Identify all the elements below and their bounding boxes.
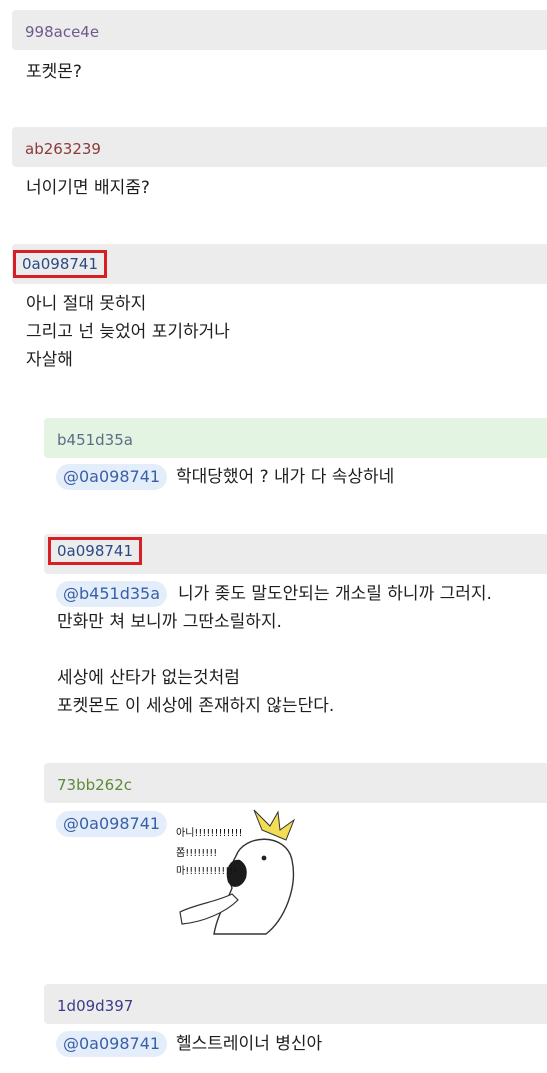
cockatoo-meme-image: 아니!!!!!!!!!!!! 쫌!!!!!!!! 마!!!!!!!!!!!!!	[174, 808, 301, 935]
mention-tag[interactable]: @0a098741	[56, 1031, 168, 1057]
image-caption-line: 쫌!!!!!!!!	[176, 847, 217, 859]
comment-author-highlighted[interactable]: 0a098741	[13, 250, 107, 278]
mention-tag[interactable]: @0a098741	[56, 811, 168, 837]
reply-author[interactable]: b451d35a	[57, 430, 133, 450]
comment-author[interactable]: 998ace4e	[25, 22, 99, 42]
reply-author-highlighted[interactable]: 0a098741	[48, 537, 142, 565]
comment-author[interactable]: ab263239	[25, 139, 101, 159]
reply-text: 학대당했어 ? 내가 다 속상하네	[176, 467, 395, 487]
mention-tag[interactable]: @0a098741	[56, 464, 168, 490]
comment-text: 포켓몬?	[26, 62, 82, 82]
reply-text: 헬스트레이너 병신아	[176, 1034, 323, 1054]
reply-text: 니가 좆도 말도안되는 개소릴 하니까 그러지. 만화만 쳐 보니까 그딴소릴하…	[57, 584, 492, 716]
reply-author[interactable]: 73bb262c	[57, 775, 132, 795]
comment-text: 너이기면 배지줌?	[26, 178, 150, 198]
comment-text: 아니 절대 못하지 그리고 넌 늦었어 포기하거나 자살해	[26, 294, 230, 370]
reply-author[interactable]: 1d09d397	[57, 996, 133, 1016]
image-caption-line: 아니!!!!!!!!!!!!	[176, 827, 243, 839]
image-caption-line: 마!!!!!!!!!!!!!	[176, 865, 237, 877]
